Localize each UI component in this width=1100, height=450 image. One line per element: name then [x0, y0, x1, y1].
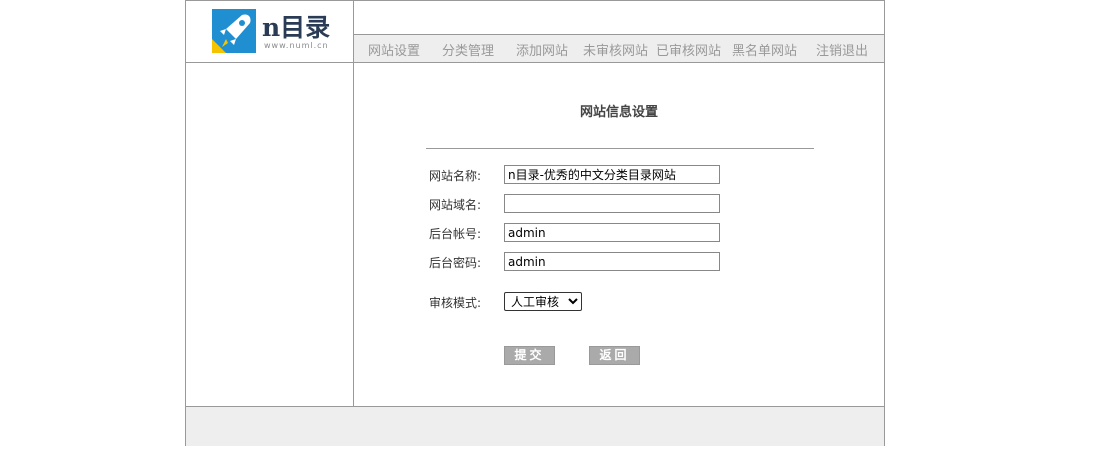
brand-name: n目录: [262, 13, 331, 42]
footer: [186, 406, 884, 446]
site-name-input[interactable]: [504, 165, 720, 184]
header: n目录 www.numl.cn 网站设置 分类管理 添加网站 未审核网站 已审核…: [186, 1, 884, 63]
logo[interactable]: n目录 www.numl.cn: [186, 1, 354, 62]
admin-account-input[interactable]: [504, 223, 720, 242]
nav-item-logout[interactable]: 注销退出: [816, 40, 868, 59]
submit-button[interactable]: 提交: [504, 346, 555, 365]
site-domain-label: 网站域名:: [429, 198, 482, 212]
title-divider: [426, 148, 814, 149]
admin-password-input[interactable]: [504, 252, 720, 271]
back-button[interactable]: 返回: [589, 346, 640, 365]
sidebar: [186, 63, 354, 406]
nav-item-add-site[interactable]: 添加网站: [516, 40, 568, 59]
admin-password-label: 后台密码:: [429, 256, 482, 270]
page-frame: n目录 www.numl.cn 网站设置 分类管理 添加网站 未审核网站 已审核…: [185, 0, 885, 446]
admin-account-label: 后台帐号:: [429, 227, 482, 241]
nav-item-blacklist-sites[interactable]: 黑名单网站: [732, 40, 797, 59]
nav-item-pending-sites[interactable]: 未审核网站: [583, 40, 648, 59]
review-mode-select[interactable]: 人工审核: [504, 292, 582, 311]
review-mode-label: 审核模式:: [429, 296, 482, 310]
rocket-icon: [212, 9, 256, 53]
nav-item-approved-sites[interactable]: 已审核网站: [656, 40, 721, 59]
main-content: 网站信息设置 网站名称: 网站域名: 后台帐号: 后台密码: 审核模式: 人工审…: [354, 63, 884, 406]
main-nav: 网站设置 分类管理 添加网站 未审核网站 已审核网站 黑名单网站 注销退出: [354, 34, 884, 62]
header-top-strip: [354, 1, 884, 34]
brand-url: www.numl.cn: [264, 41, 329, 50]
nav-item-site-settings[interactable]: 网站设置: [368, 40, 420, 59]
site-name-label: 网站名称:: [429, 169, 482, 183]
nav-item-category-management[interactable]: 分类管理: [442, 40, 494, 59]
site-domain-input[interactable]: [504, 194, 720, 213]
page-title: 网站信息设置: [579, 105, 658, 120]
